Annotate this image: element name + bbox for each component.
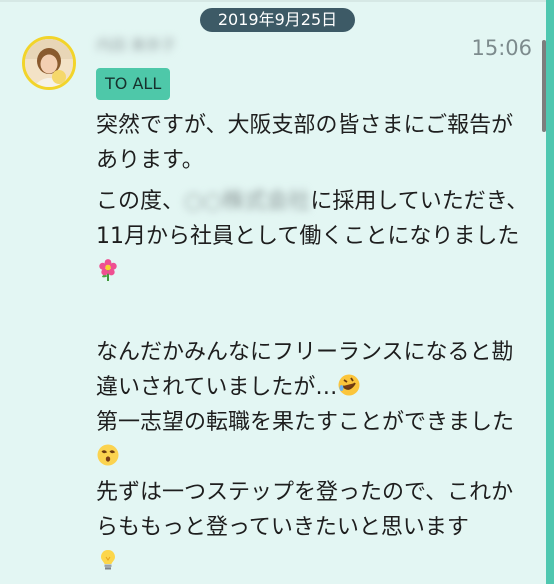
sender-name[interactable]: 内田 美奈子: [96, 34, 214, 56]
message-text: この度、: [96, 189, 185, 214]
message-line: 第一志望の転職を果たすことができました: [96, 405, 530, 475]
scrollbar-track[interactable]: [546, 0, 554, 584]
blossom-emoji-icon: [99, 259, 117, 281]
message-text: 第一志望の転職を果たすことができました: [96, 410, 515, 435]
message-body: 突然ですが、大阪支部の皆さまにご報告があります。 この度、○○株式会社に採用して…: [96, 108, 530, 580]
date-separator: 2019年9月25日: [200, 8, 355, 32]
user-avatar-icon[interactable]: [22, 36, 76, 90]
message-line: 先ずは一つステップを登ったので、これからももっと登っていきたいと思います: [96, 475, 530, 545]
message-line: なんだかみんなにフリーランスになると勘違いされていましたが…: [96, 335, 530, 405]
top-divider: [0, 0, 554, 2]
message-text: なんだかみんなにフリーランスになると勘違いされていましたが…: [96, 340, 514, 400]
blurred-company-name: ○○株式会社: [184, 189, 311, 214]
message-line: この度、○○株式会社に採用していただき、11月から社員として働くことになりました: [96, 184, 530, 289]
message-line: 突然ですが、大阪支部の皆さまにご報告があります。: [96, 113, 514, 173]
message-line: [96, 545, 530, 580]
rolling-laughing-emoji-icon: [338, 374, 360, 396]
light-bulb-emoji-icon: [101, 550, 115, 570]
message-timestamp: 15:06: [471, 36, 532, 60]
dizzy-face-emoji-icon: [97, 444, 119, 466]
to-all-tag: TO ALL: [96, 68, 171, 100]
message-text: 先ずは一つステップを登ったので、これからももっと登っていきたいと思います: [96, 480, 514, 540]
